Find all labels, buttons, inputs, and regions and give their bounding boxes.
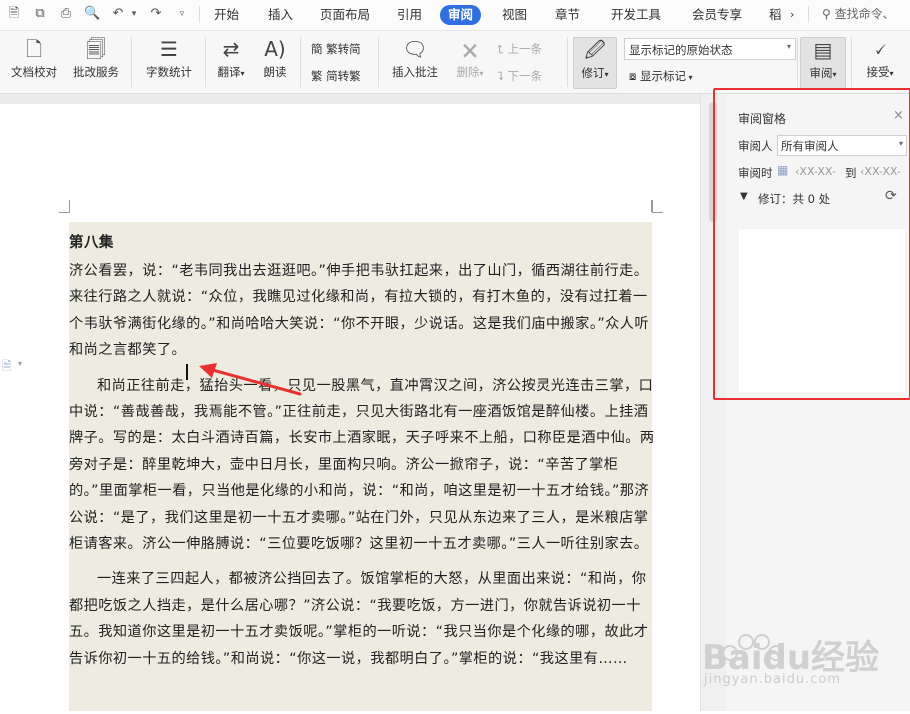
paragraph-layout-icon[interactable]: 🗎: [2, 357, 12, 378]
tab-view[interactable]: 视图: [502, 5, 527, 25]
annotation-arrow: [199, 363, 302, 396]
menu-separator: [808, 6, 809, 23]
read-aloud-icon: A): [264, 37, 286, 61]
track-changes-icon: 🖉: [584, 38, 606, 62]
delete-comment-icon: 🗙: [462, 37, 478, 61]
paragraph: 济公看罢，说：“老韦同我出去逛逛吧。”伸手把韦驮扛起来，出了山门，循西湖往前行走…: [69, 263, 650, 359]
show-markup-button[interactable]: ⧇ 显示标记 ▾: [629, 68, 693, 84]
ribbon-separator: [205, 37, 206, 87]
insert-comment-icon: 🗨: [402, 37, 428, 61]
save-icon[interactable]: 🗎: [6, 6, 22, 22]
translate-button[interactable]: ⇄ 翻译▾: [211, 37, 251, 80]
text-cursor: [186, 364, 188, 380]
ribbon-separator: [797, 37, 798, 87]
ribbon-toolbar: 🗋 文档校对 🗐 批改服务 ☰ 字数统计 ⇄ 翻译▾ A) 朗读 簡 繁转简 繁…: [0, 31, 910, 94]
paragraph: 一连来了三四起人，都被济公挡回去了。饭馆掌柜的大怒，从里面出来说：“和尚，你都把…: [69, 571, 649, 667]
word-count-icon: ☰: [160, 37, 178, 61]
tab-page-layout[interactable]: 页面布局: [320, 5, 370, 25]
ribbon-separator: [378, 37, 379, 87]
trad-to-simp-icon: 簡: [311, 42, 323, 56]
read-aloud-button[interactable]: A) 朗读: [258, 37, 292, 80]
review-pane-button[interactable]: ▤ 审阅▾: [800, 37, 846, 89]
batch-service-button[interactable]: 🗐 批改服务: [68, 37, 124, 80]
translate-icon: ⇄: [222, 37, 240, 61]
accept-icon: 🗸: [873, 37, 887, 61]
undo-icon[interactable]: ↶: [110, 6, 126, 22]
menu-bar: 🗎 ⧉ ⎙ 🔍 ↶ ▾ ↷ ▿ 开始 插入 页面布局 引用 审阅 视图 章节 开…: [0, 0, 910, 31]
chapter-heading: 第八集: [69, 235, 114, 251]
accept-button[interactable]: 🗸 接受▾: [858, 37, 902, 80]
paragraph: 和尚正往前走，猛抬头一看，只见一股黑气，直冲霄汉之间，济公按灵光连击三掌，口中说…: [69, 377, 655, 553]
previous-icon: ⮤: [497, 42, 504, 56]
tabs-scroll-right-icon[interactable]: ›: [790, 5, 794, 25]
ribbon-separator: [131, 37, 132, 87]
ribbon-separator: [567, 37, 568, 87]
word-count-button[interactable]: ☰ 字数统计: [140, 37, 198, 80]
trad-to-simp-button[interactable]: 簡 繁转简: [311, 41, 361, 57]
page-corner-marker: [652, 200, 663, 213]
document-body[interactable]: 第八集 济公看罢，说：“老韦同我出去逛逛吧。”伸手把韦驮扛起来，出了山门，循西湖…: [69, 232, 655, 672]
chevron-down-icon: ▾: [786, 42, 791, 51]
tab-member[interactable]: 会员专享: [692, 5, 742, 25]
page-corner-line: [69, 200, 70, 212]
doc-check-icon: 🗋: [25, 37, 43, 61]
tab-insert[interactable]: 插入: [268, 5, 293, 25]
next-icon: ⮧: [497, 69, 504, 83]
print-icon[interactable]: ⎙: [58, 6, 74, 22]
tab-references[interactable]: 引用: [397, 5, 422, 25]
watermark-url: jingyan.baidu.com: [704, 672, 841, 687]
search-icon: ⚲: [822, 7, 831, 21]
tab-developer[interactable]: 开发工具: [611, 5, 661, 25]
simp-to-trad-icon: 繁: [311, 69, 323, 83]
doc-check-button[interactable]: 🗋 文档校对: [6, 37, 62, 80]
review-pane-icon: ▤: [813, 38, 833, 62]
ribbon-separator: [300, 37, 301, 87]
previous-comment-button[interactable]: ⮤ 上一条: [497, 41, 542, 57]
track-changes-button[interactable]: 🖉 修订▾: [573, 37, 617, 89]
display-state-select[interactable]: 显示标记的原始状态 ▾: [624, 38, 796, 60]
redo-icon[interactable]: ↷: [148, 6, 164, 22]
tab-review[interactable]: 审阅: [440, 5, 482, 25]
chevron-down-icon[interactable]: ▾: [18, 359, 22, 368]
undo-dropdown-icon[interactable]: ▾: [126, 6, 142, 22]
tab-sections[interactable]: 章节: [555, 5, 580, 25]
watermark: Baidu经验 jingyan.baidu.com: [700, 628, 910, 711]
page-corner-line: [651, 200, 652, 212]
delete-comment-button[interactable]: 🗙 删除▾: [450, 37, 490, 80]
show-markup-icon: ⧇: [629, 69, 637, 83]
batch-service-icon: 🗐: [86, 37, 106, 61]
template-icon[interactable]: ⧉: [32, 6, 48, 22]
insert-comment-button[interactable]: 🗨 插入批注: [386, 37, 444, 80]
simp-to-trad-button[interactable]: 繁 简转繁: [311, 68, 361, 84]
ribbon-separator: [851, 37, 852, 87]
review-pane-highlight: [713, 88, 910, 400]
search-command[interactable]: ⚲ 查找命令、: [822, 5, 895, 22]
customize-dropdown-icon[interactable]: ▿: [174, 6, 190, 22]
menu-separator: [199, 6, 200, 23]
tab-overflow[interactable]: 稻: [769, 5, 782, 25]
print-preview-icon[interactable]: 🔍: [84, 6, 100, 22]
next-comment-button[interactable]: ⮧ 下一条: [497, 68, 542, 84]
tab-home[interactable]: 开始: [214, 5, 239, 25]
